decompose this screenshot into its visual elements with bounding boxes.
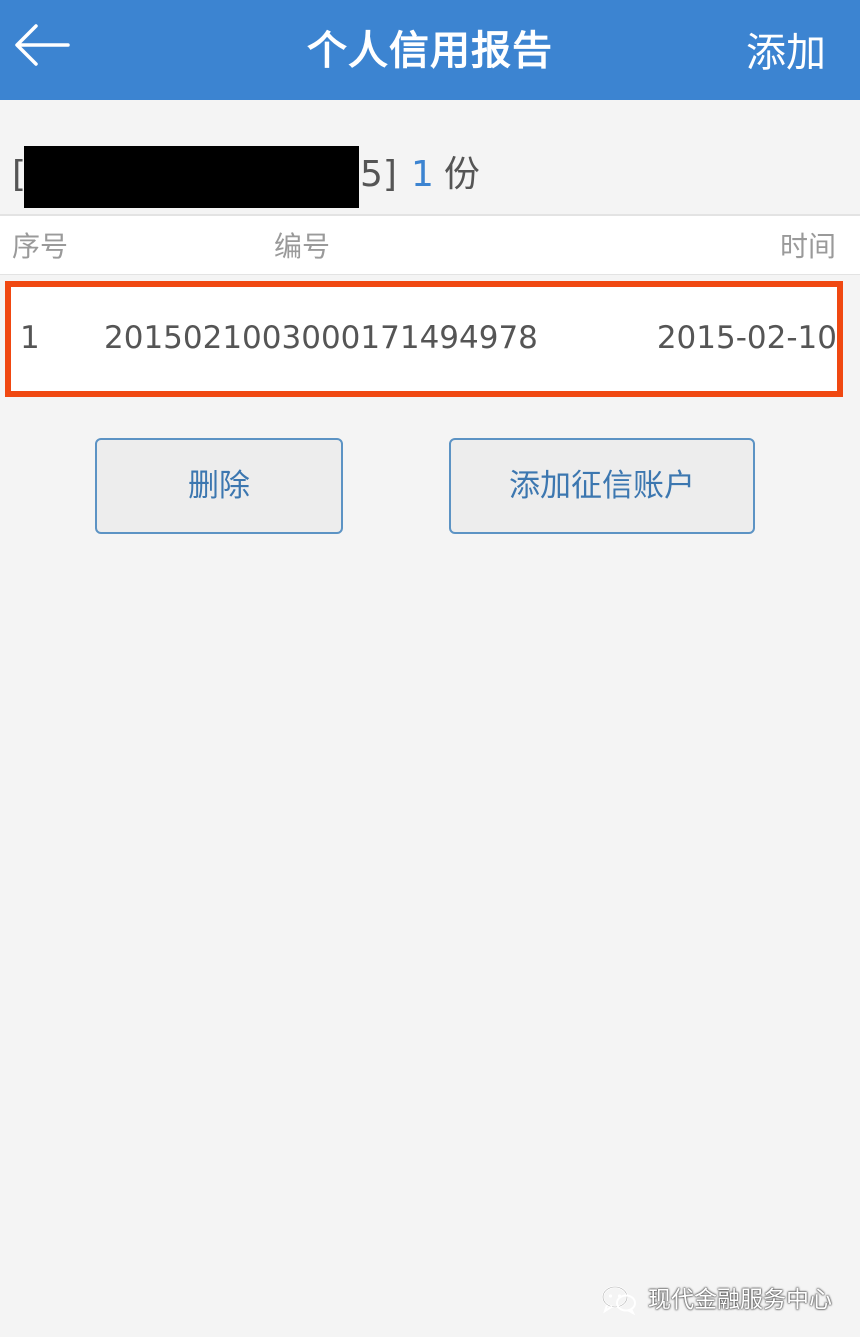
add-credit-account-button[interactable]: 添加征信账户: [449, 438, 755, 534]
report-count-unit: 份: [443, 154, 480, 195]
report-count: 1: [410, 154, 434, 195]
arrow-left-icon: [15, 24, 70, 66]
table-row[interactable]: 1 2015021003000171494978 2015-02-10: [5, 281, 843, 397]
column-header-index: 序号: [12, 230, 69, 263]
delete-button[interactable]: 删除: [95, 438, 343, 534]
watermark-text: 现代金融服务中心: [648, 1287, 832, 1313]
column-header-number: 编号: [274, 230, 331, 263]
report-number: 2015021003000171494978: [104, 320, 538, 356]
report-count-summary: 5] 1 份: [360, 145, 480, 205]
page-title: 个人信用报告: [307, 28, 553, 74]
wechat-icon: [601, 1286, 636, 1316]
watermark: 现代金融服务中心: [601, 1282, 832, 1318]
account-name-tail: 5]: [360, 154, 397, 195]
back-button[interactable]: [0, 0, 90, 100]
row-index: 1: [20, 320, 40, 356]
report-date: 2015-02-10: [656, 320, 837, 356]
table-header: 序号 编号 时间: [0, 214, 860, 275]
add-button[interactable]: 添加: [746, 28, 826, 78]
redacted-account-name: [24, 146, 359, 208]
nav-bar: 个人信用报告 添加: [0, 0, 860, 100]
column-header-time: 时间: [779, 230, 836, 263]
